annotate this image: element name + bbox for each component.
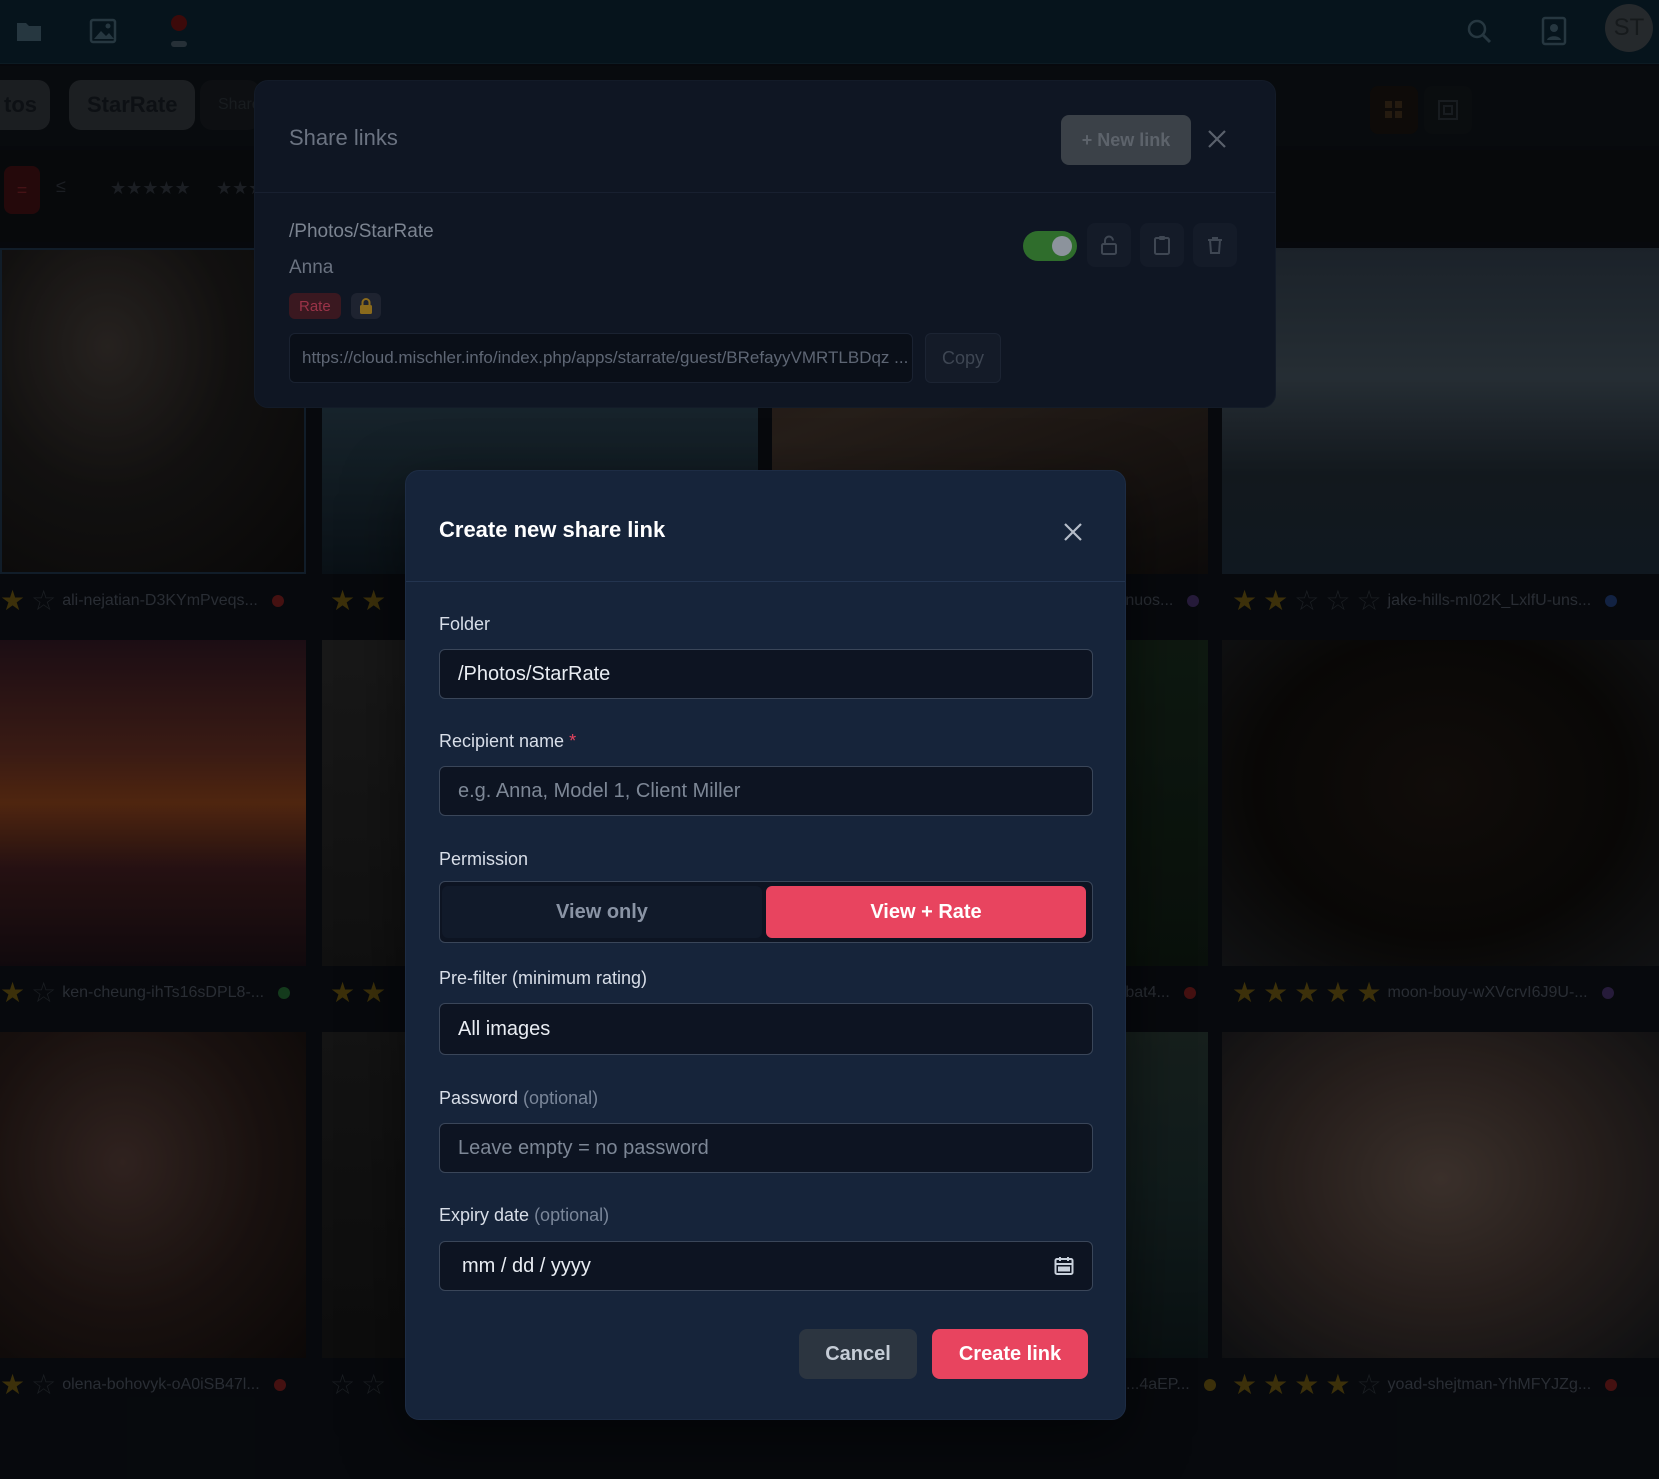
recipient-label-text: Recipient name <box>439 731 565 751</box>
recipient-name-input[interactable] <box>439 766 1093 816</box>
lock-icon <box>351 293 381 319</box>
optional-hint: (optional) <box>534 1205 610 1225</box>
prefilter-label: Pre-filter (minimum rating) <box>439 968 648 988</box>
permission-view-rate-button[interactable]: View + Rate <box>766 886 1086 938</box>
folder-label: Folder <box>439 614 491 634</box>
share-link-folder: /Photos/StarRate <box>289 221 434 242</box>
optional-hint: (optional) <box>523 1088 599 1108</box>
new-link-button[interactable]: + New link <box>1061 115 1191 165</box>
share-links-title: Share links <box>289 125 398 150</box>
calendar-icon[interactable] <box>1052 1254 1076 1278</box>
share-links-panel: Share links + New link /Photos/StarRate … <box>254 80 1276 408</box>
share-link-recipient: Anna <box>289 257 334 278</box>
folder-value: /Photos/StarRate <box>458 662 611 685</box>
prefilter-select[interactable]: All images <box>439 1003 1093 1055</box>
password-input[interactable] <box>439 1123 1093 1173</box>
expiry-label-text: Expiry date <box>439 1205 530 1225</box>
required-marker: * <box>569 731 577 751</box>
trash-icon[interactable] <box>1193 223 1237 267</box>
permission-view-only-button[interactable]: View only <box>442 886 762 938</box>
permission-segmented-control: View only View + Rate <box>439 881 1093 943</box>
recipient-label: Recipient name * <box>439 731 576 752</box>
share-link-enabled-toggle[interactable] <box>1023 231 1077 261</box>
modal-title: Create new share link <box>439 517 666 542</box>
unlock-icon[interactable] <box>1087 223 1131 267</box>
password-label-text: Password <box>439 1088 519 1108</box>
expiry-date-placeholder: mm / dd / yyyy <box>462 1254 591 1277</box>
password-label: Password (optional) <box>439 1088 598 1109</box>
create-share-link-modal: Create new share link Folder /Photos/Sta… <box>405 470 1126 1420</box>
permission-label: Permission <box>439 849 529 869</box>
folder-field[interactable]: /Photos/StarRate <box>439 649 1093 699</box>
cancel-button[interactable]: Cancel <box>799 1329 917 1379</box>
close-icon[interactable] <box>1203 125 1231 153</box>
copy-link-button[interactable]: Copy <box>925 333 1001 383</box>
prefilter-value: All images <box>458 1017 551 1040</box>
create-link-button[interactable]: Create link <box>932 1329 1088 1379</box>
share-link-url[interactable]: https://cloud.mischler.info/index.php/ap… <box>289 333 913 383</box>
permission-badge: Rate <box>289 293 341 319</box>
expiry-label: Expiry date (optional) <box>439 1205 609 1226</box>
close-icon[interactable] <box>1058 517 1088 547</box>
clipboard-icon[interactable] <box>1140 223 1184 267</box>
expiry-date-input[interactable]: mm / dd / yyyy <box>439 1241 1093 1291</box>
